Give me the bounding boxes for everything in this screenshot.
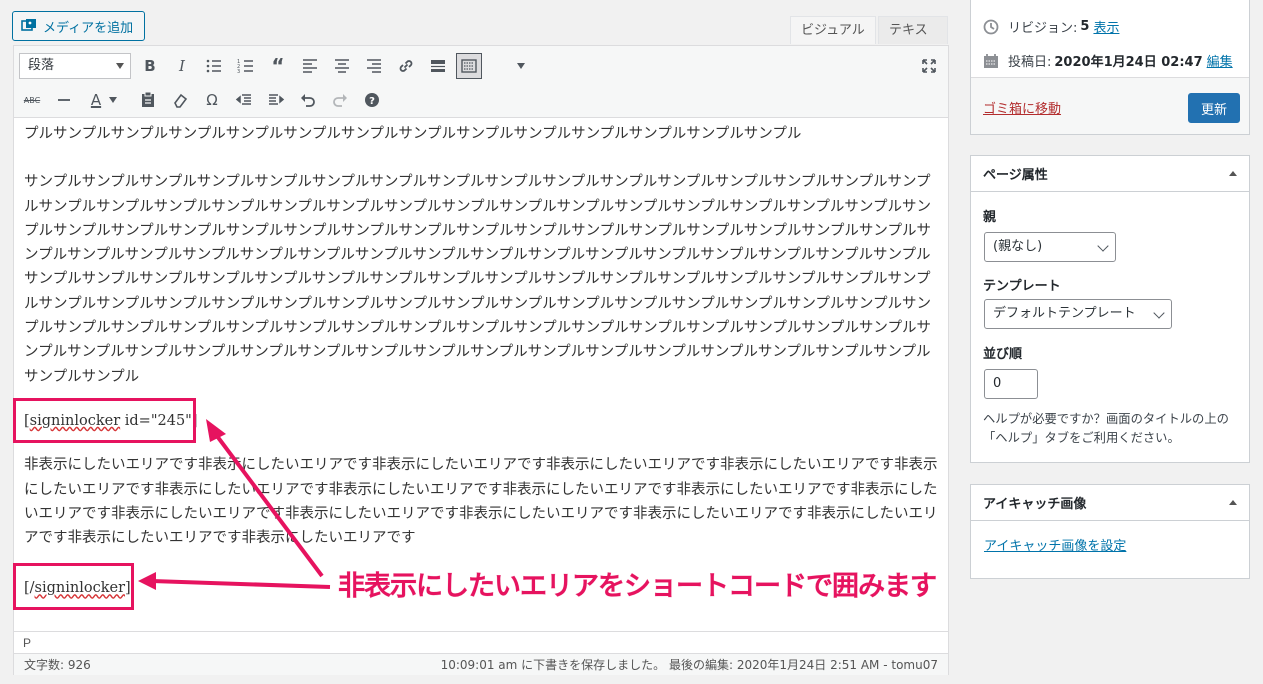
italic-icon[interactable]: I <box>169 53 195 79</box>
element-path: P <box>14 631 948 653</box>
help-icon[interactable]: ? <box>359 87 385 113</box>
toolbar-toggle-icon[interactable] <box>456 53 482 79</box>
dropdown-arrow-icon[interactable] <box>508 53 534 79</box>
link-icon[interactable] <box>393 53 419 79</box>
parent-select-value: (親なし) <box>993 239 1043 254</box>
template-select-value: デフォルトテンプレート <box>993 306 1136 321</box>
paragraph-sample: サンプルサンプルサンプルサンプルサンプルサンプルサンプルサンプルサンプルサンプル… <box>24 174 931 385</box>
date-edit-link[interactable]: 編集 <box>1207 51 1233 70</box>
collapse-icon[interactable] <box>1229 500 1237 505</box>
featured-image-box: アイキャッチ画像 アイキャッチ画像を設定 <box>970 484 1250 579</box>
date-label: 投稿日: <box>1008 55 1052 70</box>
blockquote-icon[interactable]: “ <box>265 53 291 79</box>
add-media-label: メディアを追加 <box>43 20 134 36</box>
media-add-icon <box>21 19 36 31</box>
page-attributes-box: ページ属性 親 (親なし) テンプレート デフォルトテンプレート 並び順 0 ヘ… <box>970 155 1250 463</box>
autosave-status: 10:09:01 am に下書きを保存しました。 最後の編集: 2020年1月2… <box>440 658 938 672</box>
bold-icon[interactable]: B <box>137 53 163 79</box>
highlight-box-close <box>13 563 134 610</box>
featured-image-title: アイキャッチ画像 <box>983 497 1087 512</box>
order-input[interactable]: 0 <box>984 369 1038 399</box>
special-char-icon[interactable]: Ω <box>199 87 225 113</box>
fullscreen-icon[interactable] <box>916 53 942 79</box>
align-center-icon[interactable] <box>329 53 355 79</box>
add-media-button[interactable]: メディアを追加 <box>12 11 145 41</box>
page-attributes-title: ページ属性 <box>983 168 1048 183</box>
format-select[interactable]: 段落 <box>19 53 131 79</box>
horizontal-line-icon[interactable] <box>51 87 77 113</box>
revisions-count: 5 <box>1080 19 1090 34</box>
chevron-down-icon <box>1097 240 1109 252</box>
redo-icon[interactable] <box>327 87 353 113</box>
word-count: 文字数: 926 <box>24 658 91 672</box>
read-more-icon[interactable] <box>425 53 451 79</box>
help-text: ヘルプが必要ですか？画面のタイトルの上の「ヘルプ」タブをご利用ください。 <box>983 412 1229 445</box>
revisions-link[interactable]: 表示 <box>1093 17 1119 36</box>
numbered-list-icon[interactable]: 123 <box>233 53 259 79</box>
publish-actions: ゴミ箱に移動 更新 <box>971 77 1249 134</box>
set-featured-image-link[interactable]: アイキャッチ画像を設定 <box>984 535 1126 554</box>
date-value: 2020年1月24日 02:47 <box>1054 55 1203 70</box>
svg-text:3: 3 <box>237 69 240 75</box>
publish-box: リビジョン: 5 表示 投稿日: 2020年1月24日 02:47 編集 ゴミ箱… <box>970 0 1250 135</box>
template-select[interactable]: デフォルトテンプレート <box>984 299 1172 329</box>
template-label: テンプレート <box>983 279 1061 294</box>
paragraph-hidden: 非表示にしたいエリアです非表示にしたいエリアです非表示にしたいエリアです非表示に… <box>24 457 938 547</box>
strikethrough-icon[interactable]: ABC <box>19 87 45 113</box>
tab-text[interactable]: テキスト <box>878 16 948 66</box>
editor-content[interactable]: プルサンプルサンプルサンプルサンプルサンプルサンプルサンプルサンプルサンプルサン… <box>24 124 938 621</box>
featured-image-header[interactable]: アイキャッチ画像 <box>971 485 1249 521</box>
paragraph-top: プルサンプルサンプルサンプルサンプルサンプルサンプルサンプルサンプルサンプルサン… <box>24 126 802 142</box>
parent-select[interactable]: (親なし) <box>984 232 1116 262</box>
align-left-icon[interactable] <box>297 53 323 79</box>
revisions-label: リビジョン: <box>1008 21 1078 36</box>
parent-label: 親 <box>983 210 997 225</box>
chevron-down-icon <box>116 63 124 69</box>
clear-formatting-icon[interactable] <box>167 87 193 113</box>
update-button[interactable]: 更新 <box>1188 93 1240 123</box>
annotation-callout: 非表示にしたいエリアをショートコードで囲みます <box>338 571 938 603</box>
collapse-icon[interactable] <box>1229 171 1237 176</box>
undo-icon[interactable] <box>295 87 321 113</box>
tab-visual[interactable]: ビジュアル <box>790 16 876 44</box>
trash-link[interactable]: ゴミ箱に移動 <box>983 98 1061 117</box>
date-row: 投稿日: 2020年1月24日 02:47 編集 <box>982 51 1233 70</box>
text-color-dropdown-icon[interactable] <box>106 87 120 113</box>
calendar-icon <box>984 53 998 68</box>
indent-icon[interactable] <box>263 87 289 113</box>
order-label: 並び順 <box>983 347 1023 362</box>
svg-text:?: ? <box>369 96 375 107</box>
revisions-row: リビジョン: 5 表示 <box>982 17 1119 36</box>
chevron-down-icon <box>1153 307 1165 319</box>
editor-status-bar: 文字数: 926 10:09:01 am に下書きを保存しました。 最後の編集:… <box>14 653 948 675</box>
outdent-icon[interactable] <box>231 87 257 113</box>
paste-text-icon[interactable] <box>135 87 161 113</box>
align-right-icon[interactable] <box>361 53 387 79</box>
history-icon <box>983 19 999 34</box>
page-attributes-header[interactable]: ページ属性 <box>971 156 1249 192</box>
bullet-list-icon[interactable] <box>201 53 227 79</box>
highlight-box-open <box>13 398 196 443</box>
editor-toolbar: 段落 B I 123 “ ABC A Ω ? <box>14 46 948 118</box>
format-select-value: 段落 <box>28 58 55 73</box>
